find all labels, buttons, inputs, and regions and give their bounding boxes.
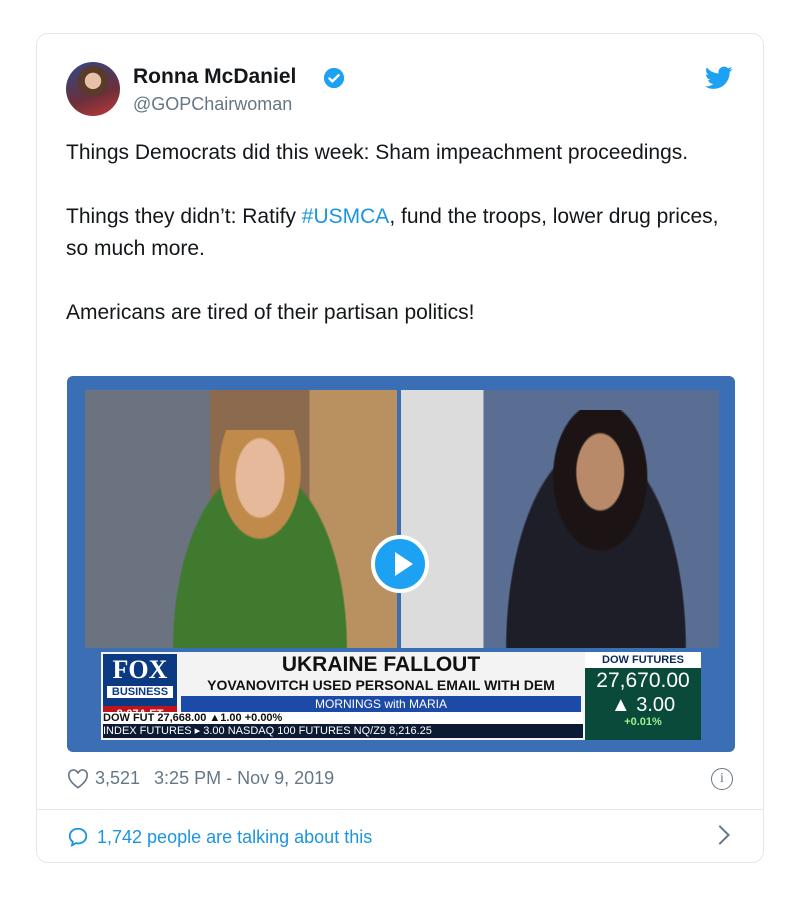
anchor-figure [155, 430, 365, 648]
dow-title: DOW FUTURES [585, 652, 701, 668]
video-panel-left [85, 390, 397, 648]
video-player[interactable]: FOX BUSINESS 8:07A ET UKRAINE FALLOUT YO… [67, 376, 735, 752]
network-logo-sub: BUSINESS [107, 686, 173, 698]
tweet-timestamp[interactable]: 3:25 PM - Nov 9, 2019 [154, 768, 334, 789]
guest-figure [491, 410, 701, 648]
author-handle[interactable]: @GOPChairwoman [133, 94, 292, 115]
dow-change: ▲ 3.00 [610, 694, 676, 716]
chevron-right-icon[interactable] [710, 825, 730, 845]
avatar[interactable] [66, 62, 120, 116]
ticker-top: DOW FUT 27,668.00 ▲1.00 +0.00% [103, 712, 583, 724]
tweet-text: Things Democrats did this week: Sham imp… [66, 137, 736, 361]
chyron-headline: UKRAINE FALLOUT [281, 653, 481, 676]
twitter-bird-icon[interactable] [705, 66, 733, 90]
network-logo-text: FOX [112, 655, 168, 684]
dow-futures-box: DOW FUTURES 27,670.00 ▲ 3.00 +0.01% [585, 652, 701, 740]
tweet-card: Ronna McDaniel @GOPChairwoman Things Dem… [36, 33, 764, 863]
dow-value: 27,670.00 [596, 669, 690, 692]
tweet-text-segment: Things they didn’t: Ratify [66, 205, 302, 228]
video-panel-right [401, 390, 719, 648]
speech-bubble-icon [68, 827, 88, 848]
like-count: 3,521 [95, 768, 141, 788]
divider [37, 809, 763, 810]
play-button[interactable] [371, 535, 429, 593]
info-icon[interactable]: i [711, 768, 733, 790]
chyron-show: MORNINGS with MARIA [181, 696, 581, 712]
talking-count: 1,742 people are talking about this [97, 826, 373, 847]
conversation-link[interactable]: 1,742 people are talking about this [67, 826, 372, 848]
hashtag-link[interactable]: #USMCA [302, 205, 390, 228]
tweet-meta: 3,521 3:25 PM - Nov 9, 2019 [67, 768, 334, 789]
tweet-line-2: Things they didn’t: Ratify #USMCA, fund … [66, 201, 736, 265]
tweet-line-1: Things Democrats did this week: Sham imp… [66, 141, 689, 164]
dow-pct: +0.01% [624, 716, 662, 728]
tweet-line-3: Americans are tired of their partisan po… [66, 301, 475, 324]
network-logo: FOX BUSINESS [103, 654, 177, 710]
verified-badge-icon [323, 67, 345, 89]
news-chyron: FOX BUSINESS 8:07A ET UKRAINE FALLOUT YO… [101, 652, 701, 740]
heart-icon [67, 768, 89, 789]
like-button[interactable]: 3,521 [67, 768, 140, 789]
author-name[interactable]: Ronna McDaniel [133, 65, 296, 89]
ticker-bottom: INDEX FUTURES ▸ 3.00 NASDAQ 100 FUTURES … [103, 724, 583, 738]
